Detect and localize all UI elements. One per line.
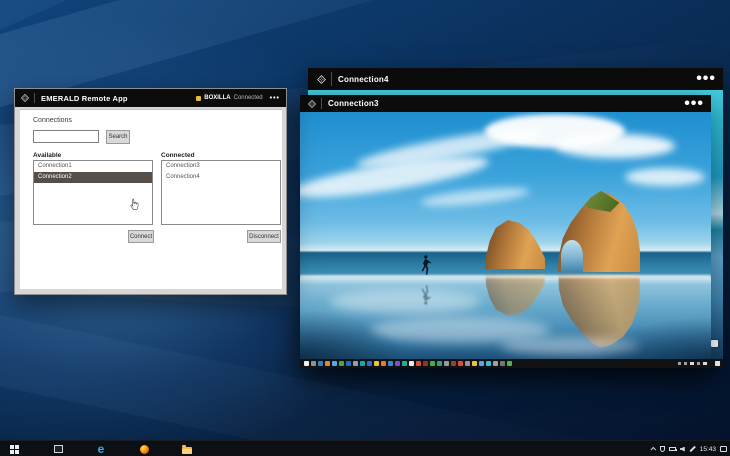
remote-tray-icon[interactable] bbox=[684, 362, 687, 365]
speaker-icon[interactable] bbox=[679, 446, 685, 452]
connect-button[interactable]: Connect bbox=[128, 230, 154, 243]
list-item-selected[interactable]: Connection2 bbox=[34, 172, 152, 183]
titlebar-divider bbox=[331, 72, 332, 86]
disconnect-button[interactable]: Disconnect bbox=[247, 230, 281, 243]
remote-app-icon[interactable] bbox=[367, 361, 372, 366]
edge-icon bbox=[98, 444, 105, 454]
remote-app-icon[interactable] bbox=[458, 361, 463, 366]
emerald-titlebar[interactable]: EMERALD Remote App BOXILLA Connected ••• bbox=[15, 89, 286, 107]
remote-taskbar-icons[interactable] bbox=[304, 361, 512, 366]
pen-icon[interactable] bbox=[689, 445, 696, 453]
remote-tray-icon[interactable] bbox=[697, 362, 700, 365]
host-taskbar[interactable]: 15:43 bbox=[0, 440, 730, 456]
remote-app-icon[interactable] bbox=[395, 361, 400, 366]
remote-app-icon[interactable] bbox=[507, 361, 512, 366]
remote-app-icon[interactable] bbox=[325, 361, 330, 366]
remote-app-icon[interactable] bbox=[360, 361, 365, 366]
remote-tray-icon[interactable] bbox=[690, 362, 694, 365]
remote-app-icon[interactable] bbox=[423, 361, 428, 366]
search-button[interactable]: Search bbox=[106, 130, 130, 144]
connection3-titlebar[interactable]: Connection3 ••• bbox=[300, 95, 711, 112]
remote-app-icon[interactable] bbox=[437, 361, 442, 366]
mouse-cursor-hand bbox=[128, 198, 141, 212]
file-explorer-taskbar-button[interactable] bbox=[175, 441, 199, 456]
list-item[interactable]: Connection3 bbox=[162, 161, 280, 172]
page-title: Connections bbox=[33, 117, 72, 124]
emerald-menu-button[interactable]: ••• bbox=[270, 95, 280, 102]
window-connection3: Connection3 ••• bbox=[300, 95, 711, 368]
remote-app-icon[interactable] bbox=[311, 361, 316, 366]
remote-app-icon[interactable] bbox=[409, 361, 414, 366]
remote-app-icon[interactable] bbox=[339, 361, 344, 366]
windows-logo-icon bbox=[9, 444, 19, 454]
remote-app-icon[interactable] bbox=[444, 361, 449, 366]
boxilla-status-text: Connected bbox=[233, 95, 263, 101]
task-view-icon bbox=[53, 445, 63, 453]
emerald-window-title: EMERALD Remote App bbox=[41, 93, 128, 103]
tray-overflow-chevron-icon[interactable] bbox=[650, 446, 656, 453]
battery-icon[interactable] bbox=[668, 447, 677, 451]
emerald-diamond-icon bbox=[307, 99, 317, 109]
taskbar-clock[interactable]: 15:43 bbox=[700, 446, 716, 453]
wet-sand-shading bbox=[300, 112, 711, 359]
remote-app-icon[interactable] bbox=[430, 361, 435, 366]
remote-app-icon[interactable] bbox=[402, 361, 407, 366]
connection3-remote-taskbar[interactable] bbox=[300, 359, 711, 368]
available-list-label: Available bbox=[33, 152, 62, 159]
connected-listbox[interactable]: Connection3 Connection4 bbox=[161, 160, 281, 225]
remote-app-icon[interactable] bbox=[486, 361, 491, 366]
remote-app-icon[interactable] bbox=[388, 361, 393, 366]
boxilla-status-icon bbox=[196, 95, 202, 101]
security-shield-icon[interactable] bbox=[659, 446, 665, 452]
connection4-title: Connection4 bbox=[338, 74, 389, 84]
remote-app-icon[interactable] bbox=[479, 361, 484, 366]
remote-app-icon[interactable] bbox=[304, 361, 309, 366]
remote-app-icon[interactable] bbox=[374, 361, 379, 366]
remote-app-icon[interactable] bbox=[465, 361, 470, 366]
connections-panel: Connections Search Available Connection1… bbox=[20, 109, 282, 289]
remote-tray-clock[interactable] bbox=[703, 362, 707, 365]
remote-app-icon[interactable] bbox=[332, 361, 337, 366]
list-item[interactable]: Connection1 bbox=[34, 161, 152, 172]
action-center-icon[interactable] bbox=[720, 446, 727, 452]
available-listbox[interactable]: Connection1 Connection2 bbox=[33, 160, 153, 225]
floating-tool-icon[interactable] bbox=[711, 340, 718, 347]
connected-list-label: Connected bbox=[161, 152, 195, 159]
remote-app-icon[interactable] bbox=[381, 361, 386, 366]
search-input[interactable] bbox=[33, 130, 99, 143]
boxilla-brand-label: BOXILLA bbox=[204, 95, 231, 101]
connection3-remote-desktop-wallpaper[interactable] bbox=[300, 112, 711, 359]
firefox-taskbar-button[interactable] bbox=[132, 441, 156, 456]
connection4-titlebar[interactable]: Connection4 ••• bbox=[308, 68, 723, 90]
emerald-diamond-icon bbox=[20, 93, 30, 103]
connection4-menu-button[interactable]: ••• bbox=[696, 70, 723, 88]
edge-taskbar-button[interactable] bbox=[89, 441, 113, 456]
titlebar-divider bbox=[321, 98, 322, 109]
remote-app-icon[interactable] bbox=[500, 361, 505, 366]
connection3-title: Connection3 bbox=[328, 99, 379, 108]
remote-app-icon[interactable] bbox=[451, 361, 456, 366]
file-explorer-icon bbox=[182, 444, 192, 454]
remote-app-icon[interactable] bbox=[472, 361, 477, 366]
remote-app-icon[interactable] bbox=[416, 361, 421, 366]
remote-app-icon[interactable] bbox=[493, 361, 498, 366]
list-item[interactable]: Connection4 bbox=[162, 172, 280, 183]
remote-app-icon[interactable] bbox=[318, 361, 323, 366]
titlebar-divider bbox=[34, 92, 35, 104]
remote-action-center-icon[interactable] bbox=[715, 361, 720, 366]
firefox-icon bbox=[139, 444, 149, 454]
remote-taskbar-tray[interactable] bbox=[678, 362, 707, 365]
task-view-button[interactable] bbox=[46, 441, 70, 456]
remote-tray-icon[interactable] bbox=[678, 362, 681, 365]
window-emerald-remote-app: EMERALD Remote App BOXILLA Connected •••… bbox=[14, 88, 287, 295]
start-button[interactable] bbox=[2, 441, 26, 456]
remote-app-icon[interactable] bbox=[353, 361, 358, 366]
system-tray[interactable]: 15:43 bbox=[650, 441, 727, 456]
remote-app-icon[interactable] bbox=[346, 361, 351, 366]
emerald-diamond-icon bbox=[316, 74, 327, 85]
connection3-menu-button[interactable]: ••• bbox=[684, 95, 711, 113]
